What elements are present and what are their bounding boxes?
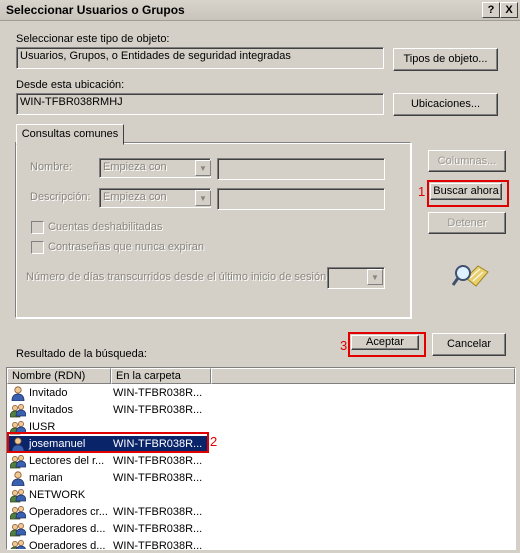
location-field: WIN-TFBR038RMHJ (16, 93, 384, 115)
description-mode-value: Empieza con (103, 191, 167, 203)
row-name: Operadores d... (29, 523, 106, 535)
results-list: Nombre (RDN) En la carpeta Invitado WIN-T… (6, 367, 516, 550)
cancel-button[interactable]: Cancelar (432, 333, 506, 356)
help-button[interactable]: ? (482, 2, 500, 18)
row-name: Lectores del r... (29, 455, 105, 467)
row-folder: WIN-TFBR038R... (113, 387, 203, 399)
group-icon (9, 505, 27, 520)
no-expire-label: Contraseñas que nunca expiran (48, 241, 204, 253)
annotation-2: 2 (210, 434, 218, 449)
row-name: Invitado (29, 387, 68, 399)
tab-common-queries[interactable]: Consultas comunes (16, 124, 124, 145)
user-icon (10, 471, 26, 487)
table-row[interactable]: marian WIN-TFBR038R... (7, 470, 515, 487)
row-folder: WIN-TFBR038R... (113, 523, 203, 535)
location-label: Desde esta ubicación: (16, 79, 125, 91)
row-name: Operadores d... (29, 540, 106, 550)
days-label: Número de días transcurridos desde el úl… (26, 271, 330, 283)
row-folder: WIN-TFBR038R... (113, 455, 203, 467)
search-icon (452, 265, 489, 287)
column-header-folder[interactable]: En la carpeta (111, 368, 211, 384)
chevron-down-icon[interactable]: ▼ (195, 190, 211, 206)
name-mode-value: Empieza con (103, 161, 167, 173)
window-title: Seleccionar Usuarios o Grupos (6, 3, 185, 17)
accept-button[interactable]: Aceptar (351, 335, 419, 350)
row-name: NETWORK (29, 489, 86, 501)
description-label: Descripción: (30, 191, 91, 203)
columns-button[interactable]: Columnas... (428, 150, 506, 172)
highlight-box (7, 432, 209, 453)
description-input[interactable] (217, 188, 385, 210)
group-icon (9, 488, 27, 503)
close-button[interactable]: X (500, 2, 518, 18)
row-folder: WIN-TFBR038R... (113, 540, 203, 550)
annotation-1: 1 (418, 184, 426, 199)
disabled-accounts-checkbox[interactable] (31, 221, 44, 234)
row-name: Operadores cr... (29, 506, 108, 518)
row-folder: WIN-TFBR038R... (113, 404, 203, 416)
table-row[interactable]: Operadores cr... WIN-TFBR038R... (7, 504, 515, 521)
no-expire-checkbox[interactable] (31, 241, 44, 254)
chevron-down-icon[interactable]: ▼ (195, 160, 211, 176)
group-icon (9, 522, 27, 537)
chevron-down-icon[interactable]: ▼ (367, 269, 383, 285)
table-row[interactable]: Operadores d... WIN-TFBR038R... (7, 538, 515, 550)
object-type-field: Usuarios, Grupos, o Entidades de segurid… (16, 47, 384, 69)
row-folder: WIN-TFBR038R... (113, 472, 203, 484)
group-icon (9, 403, 27, 418)
table-row[interactable]: Lectores del r... WIN-TFBR038R... (7, 453, 515, 470)
group-icon (9, 454, 27, 469)
user-icon (10, 386, 26, 402)
name-label: Nombre: (30, 161, 73, 173)
disabled-accounts-label: Cuentas deshabilitadas (48, 221, 163, 233)
row-name: Invitados (29, 404, 74, 416)
group-icon (10, 539, 26, 549)
table-row[interactable]: NETWORK (7, 487, 515, 504)
column-header-empty (211, 368, 515, 384)
object-type-label: Seleccionar este tipo de objeto: (16, 33, 170, 45)
row-name: marian (29, 472, 63, 484)
column-header-name[interactable]: Nombre (RDN) (7, 368, 111, 384)
search-now-button[interactable]: Buscar ahora (430, 183, 502, 200)
table-row[interactable]: Invitado WIN-TFBR038R... (7, 385, 515, 402)
row-folder: WIN-TFBR038R... (113, 506, 203, 518)
table-row[interactable]: Invitados WIN-TFBR038R... (7, 402, 515, 419)
locations-button[interactable]: Ubicaciones... (393, 93, 498, 116)
table-row[interactable]: Operadores d... WIN-TFBR038R... (7, 521, 515, 538)
annotation-3: 3 (340, 338, 348, 353)
results-label: Resultado de la búsqueda: (16, 348, 147, 360)
name-input[interactable] (217, 158, 385, 180)
stop-button[interactable]: Detener (428, 212, 506, 234)
object-types-button[interactable]: Tipos de objeto... (393, 48, 498, 71)
